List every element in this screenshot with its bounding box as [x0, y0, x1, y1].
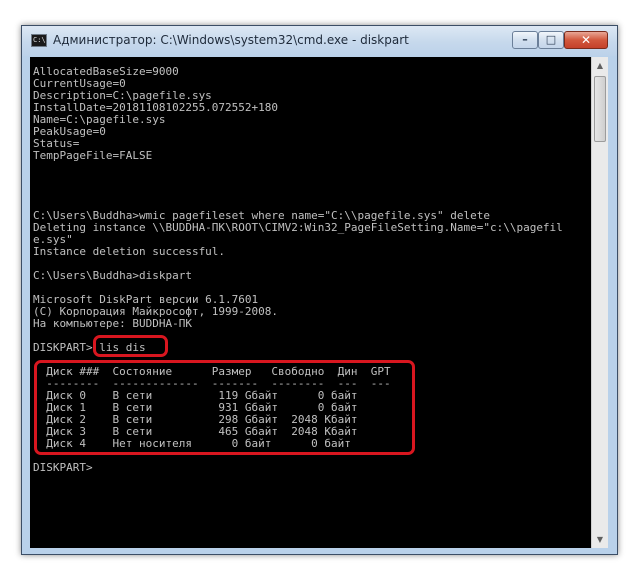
console-line: C:\Users\Buddha>diskpart: [33, 269, 192, 282]
console-line: DISKPART>: [33, 461, 93, 474]
console-output[interactable]: AllocatedBaseSize=9000 CurrentUsage=0 De…: [30, 57, 591, 548]
highlight-disk-table-box: [34, 360, 415, 455]
console-line: Deleting instance \\BUDDHA-ПК\ROOT\CIMV2…: [33, 221, 563, 234]
vertical-scrollbar[interactable]: ▲ ▼: [591, 57, 608, 548]
scroll-down-arrow-icon[interactable]: ▼: [592, 531, 608, 548]
window-title: Администратор: C:\Windows\system32\cmd.e…: [53, 33, 409, 47]
console-line: На компьютере: BUDDHA-ПК: [33, 317, 192, 330]
close-button[interactable]: ✕: [564, 31, 608, 49]
cmd-app-icon[interactable]: C:\: [31, 34, 47, 47]
title-bar[interactable]: C:\ Администратор: C:\Windows\system32\c…: [22, 26, 617, 56]
cmd-window: C:\ Администратор: C:\Windows\system32\c…: [21, 25, 618, 555]
highlight-command-box: [93, 335, 168, 357]
console-line: Instance deletion successful.: [33, 245, 226, 258]
minimize-button[interactable]: –: [512, 31, 538, 49]
scroll-up-arrow-icon[interactable]: ▲: [592, 57, 608, 74]
scrollbar-thumb[interactable]: [594, 76, 606, 142]
console-line: TempPageFile=FALSE: [33, 149, 153, 162]
maximize-button[interactable]: □: [538, 31, 564, 49]
